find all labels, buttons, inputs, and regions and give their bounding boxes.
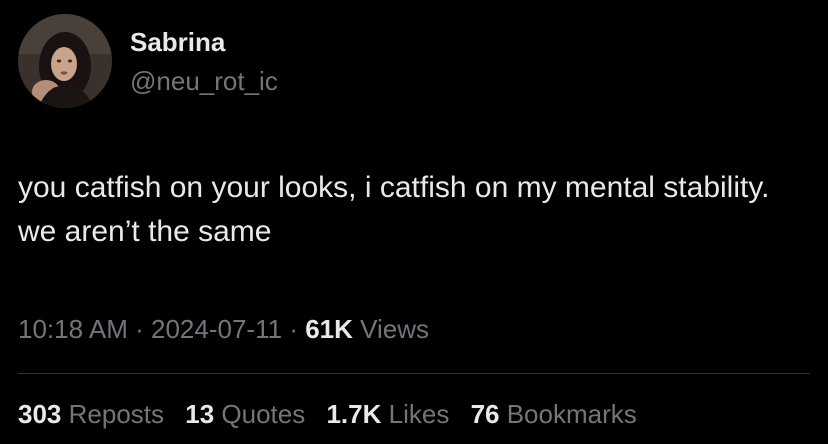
likes-count: 1.7K [326, 399, 382, 429]
tweet-meta: 10:18 AM · 2024-07-11 · 61K Views [18, 313, 429, 345]
divider [18, 373, 810, 374]
bookmarks-stat[interactable]: 76 Bookmarks [471, 398, 637, 430]
meta-separator: · [289, 314, 298, 344]
quotes-stat[interactable]: 13 Quotes [185, 398, 305, 430]
bookmarks-label: Bookmarks [506, 399, 637, 429]
display-name[interactable]: Sabrina [130, 26, 278, 58]
likes-label: Likes [388, 399, 450, 429]
meta-separator: · [135, 314, 144, 344]
reposts-label: Reposts [68, 399, 165, 429]
tweet-card: Sabrina @neu_rot_ic you catfish on your … [0, 0, 828, 444]
tweet-date[interactable]: 2024-07-11 [151, 314, 282, 344]
views-stat[interactable]: 61K Views [305, 314, 429, 344]
author-info: Sabrina @neu_rot_ic [130, 26, 278, 97]
tweet-text: you catfish on your looks, i catfish on … [18, 171, 770, 248]
engagement-stats: 303 Reposts 13 Quotes 1.7K Likes 76 Book… [18, 398, 637, 430]
user-handle[interactable]: @neu_rot_ic [130, 65, 278, 97]
reposts-count: 303 [18, 399, 62, 429]
views-label: Views [360, 314, 430, 344]
avatar[interactable] [18, 14, 112, 108]
avatar-image [18, 14, 112, 108]
views-count: 61K [305, 314, 353, 344]
bookmarks-count: 76 [470, 399, 500, 429]
quotes-count: 13 [185, 399, 215, 429]
reposts-stat[interactable]: 303 Reposts [18, 398, 164, 430]
tweet-time[interactable]: 10:18 AM [18, 314, 128, 344]
likes-stat[interactable]: 1.7K Likes [326, 398, 449, 430]
quotes-label: Quotes [221, 399, 306, 429]
